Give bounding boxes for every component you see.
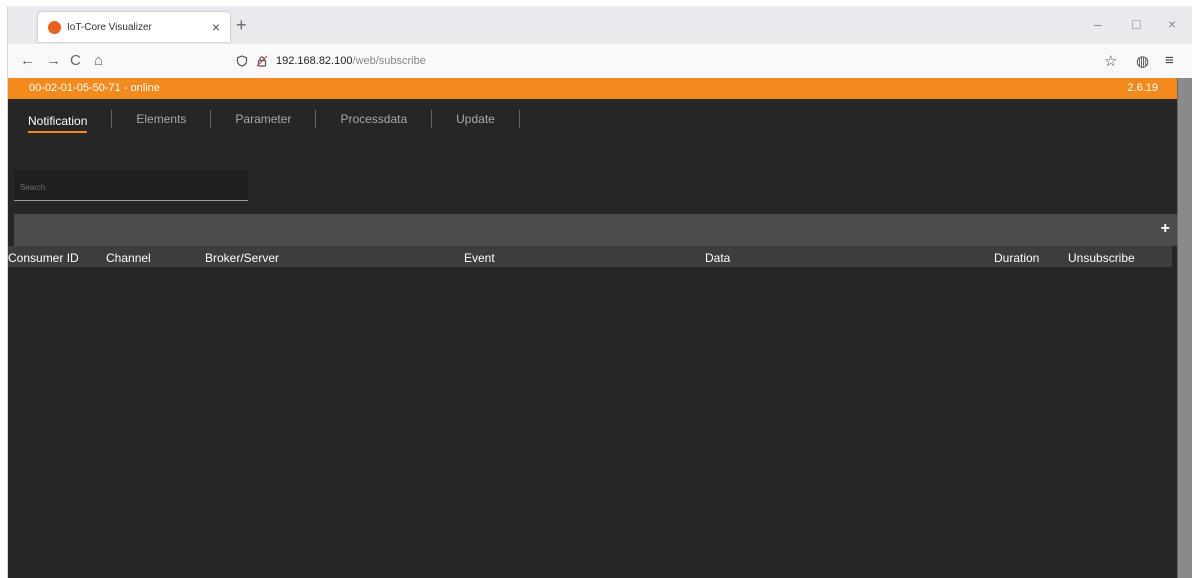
url-path: /web/subscribe — [352, 55, 426, 67]
maximize-icon[interactable]: □ — [1132, 16, 1140, 32]
tab-title: IoT-Core Visualizer — [67, 21, 152, 33]
device-status: 00-02-01-05-50-71 - online — [29, 82, 160, 94]
column-event: Event — [464, 251, 495, 265]
browser-tab[interactable]: IoT-Core Visualizer × — [38, 12, 230, 42]
tab-strip: IoT-Core Visualizer × + – □ × — [8, 6, 1192, 44]
tab-processdata[interactable]: Processdata — [340, 104, 407, 134]
url-host: 192.168.82.100 — [276, 55, 353, 67]
status-bar: 00-02-01-05-50-71 - online 2.6.19 — [8, 78, 1178, 99]
tab-separator — [431, 110, 433, 128]
column-data: Data — [705, 251, 731, 265]
add-subscription-button[interactable]: + — [1161, 220, 1170, 238]
bookmark-star-icon[interactable]: ☆ — [1104, 52, 1117, 70]
shield-icon — [236, 55, 248, 67]
tab-separator — [210, 110, 212, 128]
search-box — [14, 170, 248, 201]
extension-icon[interactable]: ◍ — [1136, 52, 1149, 70]
tab-close-icon[interactable]: × — [212, 19, 220, 35]
navigation-bar: ← → C ⌂ 192.168.82.100/web/subscribe ☆ ◍… — [8, 44, 1192, 79]
column-channel: Channel — [106, 251, 151, 265]
column-broker-server: Broker/Server — [205, 251, 280, 265]
close-window-icon[interactable]: × — [1168, 16, 1176, 32]
search-input[interactable] — [18, 174, 242, 200]
column-unsubscribe: Unsubscribe — [1068, 251, 1135, 265]
table-header: Consumer ID Channel Broker/Server Event … — [8, 246, 1172, 267]
table-toolbar: + — [14, 214, 1178, 246]
new-tab-button[interactable]: + — [236, 15, 247, 36]
tab-separator — [518, 110, 520, 128]
tab-notification[interactable]: Notification — [28, 106, 88, 133]
column-consumer-id: Consumer ID — [8, 251, 79, 265]
address-bar[interactable]: 192.168.82.100/web/subscribe — [236, 49, 426, 73]
favicon-icon — [48, 20, 61, 34]
tab-elements[interactable]: Elements — [136, 104, 186, 134]
browser-window: IoT-Core Visualizer × + – □ × ← → C ⌂ 19… — [7, 6, 1192, 578]
reload-icon[interactable]: C — [70, 52, 81, 69]
back-icon[interactable]: ← — [20, 52, 35, 69]
lock-icon — [256, 55, 268, 67]
forward-icon[interactable]: → — [46, 52, 61, 69]
home-icon[interactable]: ⌂ — [94, 52, 103, 69]
minimize-icon[interactable]: – — [1094, 16, 1102, 32]
app-content: 00-02-01-05-50-71 - online 2.6.19 Notifi… — [8, 78, 1192, 578]
tab-update[interactable]: Update — [456, 104, 495, 134]
firmware-version: 2.6.19 — [1127, 82, 1158, 94]
tab-parameter[interactable]: Parameter — [235, 104, 291, 134]
app-tabs: Notification Elements Parameter Processd… — [28, 104, 544, 134]
tab-separator — [111, 110, 113, 128]
menu-icon[interactable]: ≡ — [1165, 52, 1174, 69]
scrollbar[interactable] — [1177, 78, 1192, 578]
column-duration: Duration — [994, 251, 1040, 265]
tab-separator — [315, 110, 317, 128]
